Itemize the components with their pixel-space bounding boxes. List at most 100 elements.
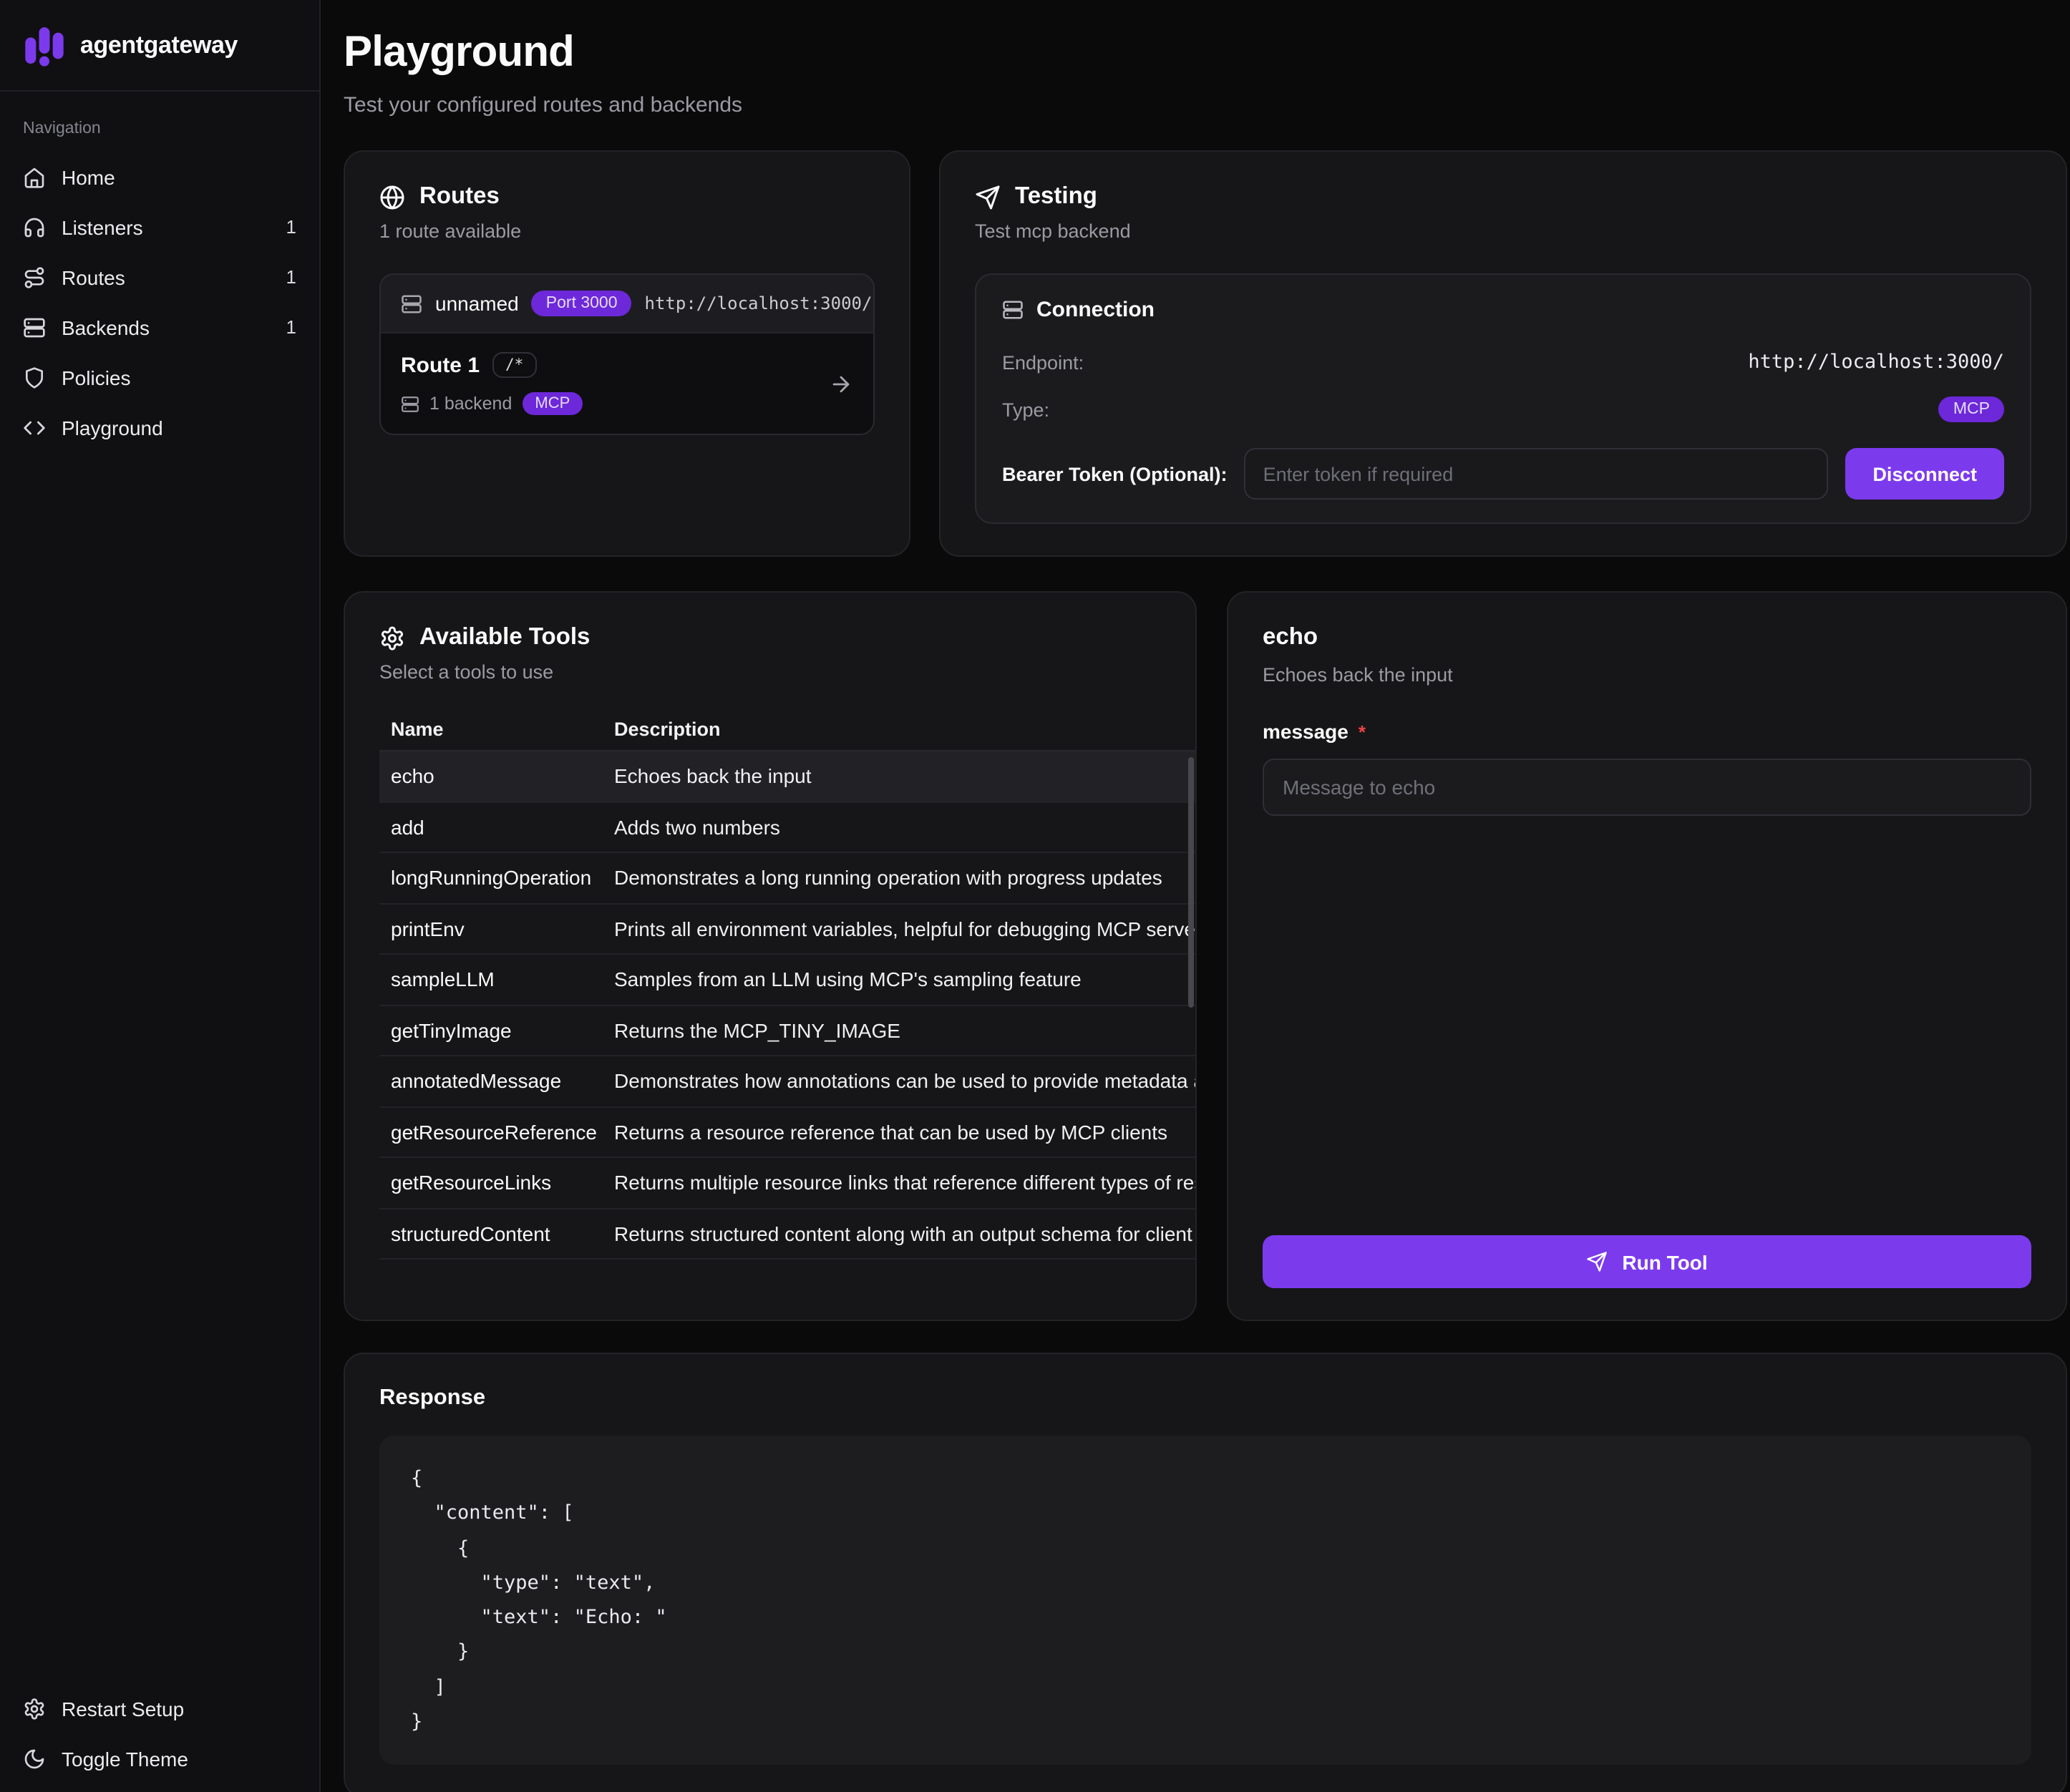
brand-name: agentgateway	[80, 31, 238, 59]
sidebar-item-routes[interactable]: Routes 1	[0, 252, 319, 302]
sidebar-item-count: 1	[286, 266, 296, 288]
response-json: { "content": [ { "type": "text", "text":…	[379, 1436, 2031, 1766]
type-label: Type:	[1002, 399, 1049, 420]
column-header-description: Description	[614, 719, 1181, 740]
tool-row-echo[interactable]: echo Echoes back the input	[379, 751, 1195, 802]
server-icon	[1002, 299, 1024, 321]
endpoint-value: http://localhost:3000/	[1748, 351, 2004, 374]
tools-table: Name Description echo Echoes back the in…	[379, 708, 1195, 1260]
sidebar-item-policies[interactable]: Policies	[0, 352, 319, 402]
table-scrollbar[interactable]	[1188, 757, 1194, 1008]
agentgateway-logo-icon	[23, 24, 66, 67]
tool-row-add[interactable]: add Adds two numbers	[379, 802, 1195, 853]
middle-row: Available Tools Select a tools to use Na…	[344, 591, 2067, 1321]
selected-tool-title: echo	[1263, 624, 2031, 651]
headphones-icon	[23, 215, 46, 238]
sidebar-item-label: Routes	[62, 266, 125, 288]
restart-setup-button[interactable]: Restart Setup	[0, 1683, 319, 1733]
tool-row-longRunningOperation[interactable]: longRunningOperation Demonstrates a long…	[379, 853, 1195, 904]
sidebar-item-label: Playground	[62, 416, 163, 439]
route-name: Route 1	[401, 353, 480, 377]
route-path-badge: /*	[492, 352, 536, 378]
arrow-right-icon	[829, 371, 853, 396]
available-tools-card: Available Tools Select a tools to use Na…	[344, 591, 1197, 1321]
bearer-token-input[interactable]	[1245, 448, 1829, 500]
message-input[interactable]	[1263, 759, 2031, 816]
connection-title: Connection	[1036, 298, 1155, 322]
response-card: Response { "content": [ { "type": "text"…	[344, 1353, 2067, 1792]
nav-section-label: Navigation	[0, 92, 319, 152]
tool-row-sampleLLM[interactable]: sampleLLM Samples from an LLM using MCP'…	[379, 955, 1195, 1005]
restart-setup-label: Restart Setup	[62, 1697, 184, 1720]
testing-card-subtitle: Test mcp backend	[975, 220, 2031, 242]
top-row: Routes 1 route available unnamed Port 30…	[344, 150, 2067, 557]
sidebar-item-count: 1	[286, 316, 296, 338]
tool-row-getTinyImage[interactable]: getTinyImage Returns the MCP_TINY_IMAGE	[379, 1005, 1195, 1056]
selected-tool-subtitle: Echoes back the input	[1263, 664, 2031, 686]
tool-row-printEnv[interactable]: printEnv Prints all environment variable…	[379, 904, 1195, 955]
server-icon	[401, 293, 422, 314]
response-title: Response	[379, 1386, 2031, 1411]
send-icon	[1586, 1251, 1608, 1272]
listener-row: unnamed Port 3000 http://localhost:3000/	[381, 275, 873, 332]
sidebar-item-backends[interactable]: Backends 1	[0, 302, 319, 352]
home-icon	[23, 165, 46, 188]
connection-type-badge: MCP	[1939, 396, 2004, 422]
listener-box: unnamed Port 3000 http://localhost:3000/…	[379, 273, 875, 435]
column-header-name: Name	[391, 719, 614, 740]
shield-icon	[23, 366, 46, 389]
gear-icon	[23, 1697, 46, 1720]
tool-row-getResourceLinks[interactable]: getResourceLinks Returns multiple resour…	[379, 1158, 1195, 1209]
main-content: Playground Test your configured routes a…	[321, 0, 2070, 1792]
required-marker: *	[1359, 721, 1366, 743]
sidebar-item-listeners[interactable]: Listeners 1	[0, 202, 319, 252]
testing-card: Testing Test mcp backend Connection Endp…	[939, 150, 2067, 557]
connection-panel: Connection Endpoint: http://localhost:30…	[975, 273, 2031, 524]
listener-name: unnamed	[435, 292, 519, 315]
route-list-item[interactable]: Route 1 /* 1 backend MCP	[381, 332, 873, 434]
tools-card-title: Available Tools	[419, 624, 590, 651]
message-field-label: message	[1263, 720, 1349, 743]
route-type-badge: MCP	[522, 392, 583, 415]
port-badge: Port 3000	[532, 291, 632, 316]
route-backend-count: 1 backend	[429, 394, 512, 414]
tool-runner-card: echo Echoes back the input message * Run…	[1227, 591, 2067, 1321]
tools-card-subtitle: Select a tools to use	[379, 661, 1161, 683]
page-title: Playground	[344, 29, 2067, 77]
toggle-theme-label: Toggle Theme	[62, 1747, 188, 1770]
endpoint-label: Endpoint:	[1002, 351, 1084, 373]
code-icon	[23, 416, 46, 439]
globe-icon	[379, 184, 405, 210]
gear-icon	[379, 625, 405, 651]
moon-icon	[23, 1747, 46, 1770]
tool-row-structuredContent[interactable]: structuredContent Returns structured con…	[379, 1209, 1195, 1260]
server-icon	[23, 316, 46, 339]
tool-row-getResourceReference[interactable]: getResourceReference Returns a resource …	[379, 1107, 1195, 1158]
tool-row-annotatedMessage[interactable]: annotatedMessage Demonstrates how annota…	[379, 1056, 1195, 1107]
tools-table-header: Name Description	[379, 708, 1195, 751]
sidebar-item-count: 1	[286, 216, 296, 238]
app-root: agentgateway Navigation Home Listeners 1…	[0, 0, 2070, 1792]
sidebar-item-label: Policies	[62, 366, 131, 389]
toggle-theme-button[interactable]: Toggle Theme	[0, 1733, 319, 1783]
disconnect-button[interactable]: Disconnect	[1845, 448, 2004, 500]
sidebar: agentgateway Navigation Home Listeners 1…	[0, 0, 321, 1792]
brand[interactable]: agentgateway	[0, 0, 319, 92]
run-tool-button[interactable]: Run Tool	[1263, 1235, 2031, 1288]
page-subtitle: Test your configured routes and backends	[344, 93, 2067, 117]
send-icon	[975, 184, 1001, 210]
server-icon	[401, 394, 419, 413]
listener-url: http://localhost:3000/	[645, 293, 873, 313]
route-icon	[23, 266, 46, 288]
sidebar-item-label: Backends	[62, 316, 150, 339]
sidebar-footer: Restart Setup Toggle Theme	[0, 1683, 319, 1792]
sidebar-item-playground[interactable]: Playground	[0, 402, 319, 452]
routes-card-title: Routes	[419, 183, 500, 210]
sidebar-item-label: Listeners	[62, 215, 143, 238]
testing-card-title: Testing	[1015, 183, 1097, 210]
routes-card: Routes 1 route available unnamed Port 30…	[344, 150, 910, 557]
sidebar-item-home[interactable]: Home	[0, 152, 319, 202]
routes-card-subtitle: 1 route available	[379, 220, 875, 242]
bearer-token-label: Bearer Token (Optional):	[1002, 463, 1228, 484]
sidebar-item-label: Home	[62, 165, 115, 188]
